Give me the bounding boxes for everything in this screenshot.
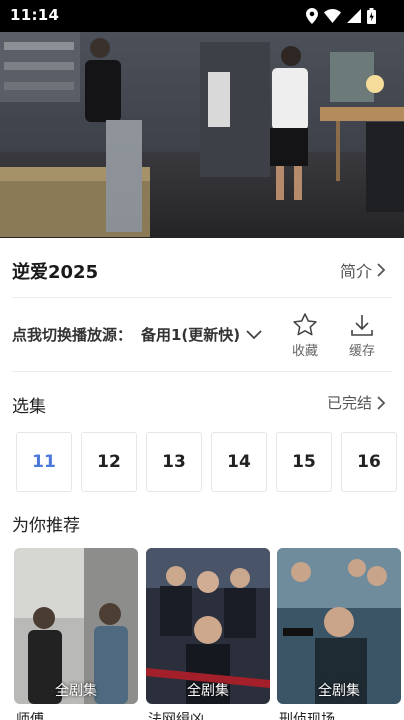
recommend-title: 为你推荐 [12,516,80,536]
intro-link[interactable]: 简介 [340,258,386,282]
episodes-header: 选集 已完结 [0,386,404,420]
poster-badge: 全剧集 [187,683,229,699]
episodes-status[interactable]: 已完结 [327,392,386,413]
drama-title: 逆爱2025 [12,262,99,283]
chevron-right-icon [377,263,386,277]
intro-label: 简介 [339,262,372,281]
recommend-name: 法网缉凶 [148,712,204,720]
download-icon [351,315,373,336]
poster-image: 全剧集 [14,548,138,704]
episode-item[interactable]: 13 [146,432,202,492]
episode-list[interactable]: 11 12 13 14 15 16 [16,432,404,494]
download-label: 缓存 [348,344,375,359]
status-time: 11:14 [10,6,60,24]
chevron-down-icon [246,329,262,339]
favorite-label: 收藏 [291,344,318,359]
episode-item[interactable]: 11 [16,432,72,492]
recommend-card[interactable]: 全剧集 法网缉凶 [146,548,270,720]
chevron-right-icon [377,395,386,410]
episodes-title: 选集 [12,397,46,417]
signal-icon [347,9,361,23]
episode-item[interactable]: 12 [81,432,137,492]
location-icon [306,8,318,24]
battery-icon [367,8,376,24]
poster-image: 全剧集 [277,548,401,704]
episode-item[interactable]: 16 [341,432,397,492]
title-row: 逆爱2025 简介 [0,248,404,292]
source-selector[interactable]: 备用1(更新快) [141,324,262,345]
poster-badge: 全剧集 [55,683,97,699]
poster-badge: 全剧集 [318,683,360,699]
divider [12,371,392,372]
divider [12,297,392,298]
status-icons [306,8,376,24]
recommend-name: 师傅 [16,712,44,720]
status-bar: 11:14 [0,0,404,32]
recommend-card[interactable]: 全剧集 刑侦现场 [277,548,401,720]
source-label: 点我切换播放源： [12,326,133,344]
video-player[interactable] [0,32,404,238]
episode-item[interactable]: 15 [276,432,332,492]
poster-image: 全剧集 [146,548,270,704]
episode-item[interactable]: 14 [211,432,267,492]
source-row: 点我切换播放源： 备用1(更新快) 收藏 缓存 [0,306,404,366]
favorite-button[interactable]: 收藏 [283,312,327,359]
recommend-name: 刑侦现场 [279,712,335,720]
recommend-card[interactable]: 全剧集 师傅 [14,548,138,720]
episodes-status-label: 已完结 [326,394,372,412]
download-button[interactable]: 缓存 [340,312,384,359]
wifi-icon [324,9,341,23]
star-icon [293,313,317,336]
video-frame [0,32,404,238]
source-value: 备用1(更新快) [141,326,241,344]
